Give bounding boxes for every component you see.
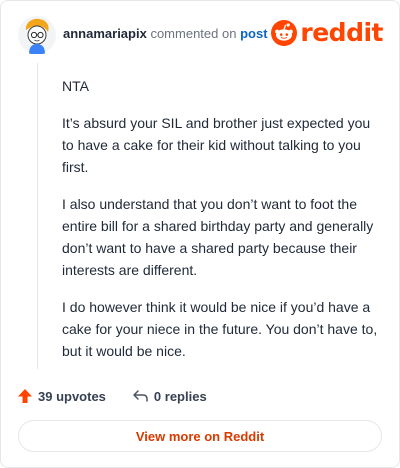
comment-paragraph: I do however think it would be nice if y… (62, 299, 378, 359)
reply-button[interactable]: 0 replies (132, 388, 207, 404)
reddit-logo[interactable]: reddit (271, 19, 383, 47)
comment-header: annamariapix commented on post reddit (17, 15, 383, 55)
thread-line (37, 63, 38, 369)
comment-meta: annamariapix commented on post (63, 26, 268, 41)
username-link[interactable]: annamariapix (63, 26, 147, 41)
view-more-button[interactable]: View more on Reddit (18, 420, 382, 452)
upvote-count: 39 upvotes (38, 388, 106, 404)
comment-paragraph: I also understand that you don’t want to… (62, 196, 374, 278)
comment-paragraph: NTA (62, 78, 89, 94)
reddit-logo-icon (271, 20, 298, 46)
comment-paragraph: It’s absurd your SIL and brother just ex… (62, 115, 371, 175)
upvote-button[interactable]: 39 upvotes (17, 388, 106, 404)
reply-icon (133, 390, 148, 402)
comment-body: NTA It’s absurd your SIL and brother jus… (62, 75, 382, 377)
avatar[interactable] (17, 15, 57, 55)
comment-embed-card: annamariapix commented on post reddit NT… (0, 0, 400, 468)
reply-count: 0 replies (153, 388, 207, 404)
upvote-arrow-icon (18, 389, 32, 403)
post-link[interactable]: post (240, 26, 267, 41)
comment-actions: 39 upvotes 0 replies (17, 385, 207, 407)
action-text: commented on (150, 26, 237, 41)
reddit-wordmark: reddit (300, 18, 383, 47)
